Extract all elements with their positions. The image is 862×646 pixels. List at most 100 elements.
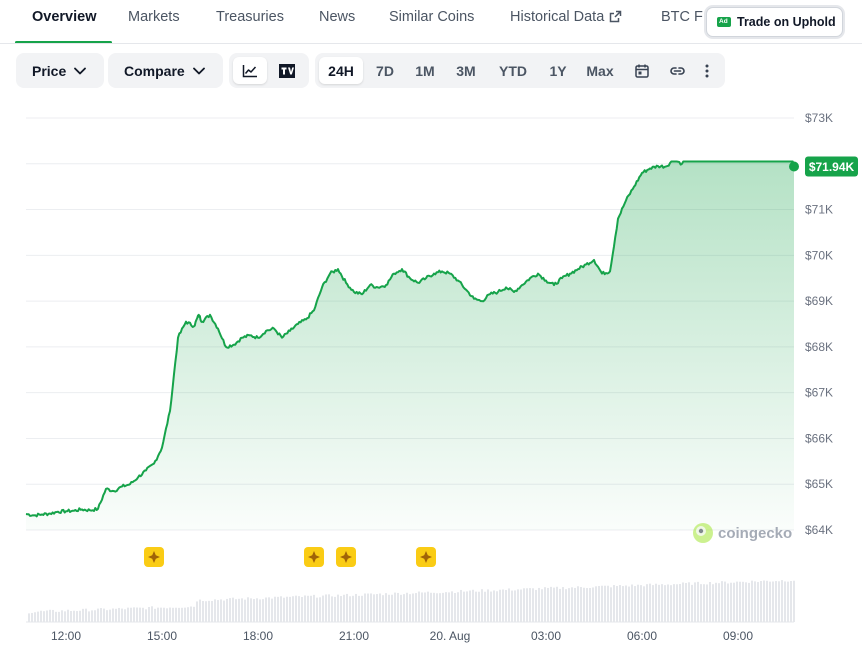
volume-bar xyxy=(388,594,390,622)
volume-bar xyxy=(361,595,363,622)
volume-bar xyxy=(508,588,510,622)
compare-dropdown[interactable]: Compare xyxy=(108,53,223,88)
volume-bar xyxy=(706,584,708,622)
range-3m[interactable]: 3M xyxy=(447,57,485,84)
volume-bar xyxy=(112,608,114,622)
volume-bar xyxy=(34,612,36,622)
volume-bar xyxy=(403,594,405,622)
volume-bar xyxy=(520,589,522,622)
volume-bar xyxy=(577,586,579,622)
volume-bar xyxy=(772,581,774,622)
volume-bar xyxy=(625,585,627,622)
range-24h[interactable]: 24H xyxy=(319,57,363,84)
tab-markets[interactable]: Markets xyxy=(128,9,180,25)
volume-bar xyxy=(175,607,177,622)
volume-bar xyxy=(427,591,429,622)
volume-bar xyxy=(283,597,285,622)
tab-historical-data[interactable]: Historical Data xyxy=(510,9,622,25)
chart-grid xyxy=(26,117,794,531)
tab-treasuries[interactable]: Treasuries xyxy=(216,9,284,25)
volume-bar xyxy=(763,580,765,622)
volume-bar xyxy=(337,594,339,622)
link-icon xyxy=(669,66,685,75)
volume-bar xyxy=(46,610,48,622)
volume-bar xyxy=(538,587,540,622)
volume-bar xyxy=(379,593,381,622)
volume-bar xyxy=(196,601,198,622)
volume-bar xyxy=(661,584,663,622)
tab-similar-coins[interactable]: Similar Coins xyxy=(389,9,474,25)
tab-news[interactable]: News xyxy=(319,9,355,25)
volume-bar xyxy=(49,609,51,622)
volume-bar xyxy=(58,611,60,622)
range-ytd[interactable]: YTD xyxy=(491,57,535,84)
trade-on-uphold-button[interactable]: Trade on Uphold xyxy=(706,7,843,37)
volume-bar xyxy=(391,594,393,622)
watermark-text: coingecko xyxy=(718,525,792,542)
tab-btc-f[interactable]: BTC F xyxy=(661,9,703,25)
volume-bar xyxy=(415,593,417,622)
volume-bar xyxy=(142,607,144,622)
volume-bar xyxy=(571,587,573,622)
price-dropdown[interactable]: Price xyxy=(16,53,104,88)
volume-bar xyxy=(685,582,687,622)
volume-bar xyxy=(532,588,534,622)
volume-bar xyxy=(364,593,366,622)
volume-bar xyxy=(121,608,123,622)
volume-bar xyxy=(157,607,159,622)
volume-bar xyxy=(526,588,528,622)
x-tick-label: 12:00 xyxy=(51,629,81,643)
tab-overview[interactable]: Overview xyxy=(32,9,97,25)
line-chart-button[interactable] xyxy=(233,57,267,84)
volume-bar xyxy=(277,596,279,622)
volume-bar xyxy=(463,591,465,622)
volume-bar xyxy=(148,607,150,622)
volume-bar xyxy=(406,592,408,622)
volume-bar xyxy=(496,591,498,622)
range-1m[interactable]: 1M xyxy=(407,57,443,84)
price-chart: $73K $72K $71K $70K $69K $68K $67K $66K $65K $64K… xyxy=(25,111,858,643)
volume-bar xyxy=(754,581,756,622)
volume-bar xyxy=(409,594,411,622)
volume-bar xyxy=(448,592,450,622)
toolbar-range-group: 24H 7D 1M 3M YTD 1Y Max xyxy=(315,53,725,88)
volume-bar xyxy=(724,581,726,622)
x-tick-label: 20. Aug xyxy=(430,629,471,643)
volume-bar xyxy=(274,596,276,622)
volume-bar xyxy=(493,590,495,622)
volume-bar xyxy=(424,592,426,622)
volume-bar xyxy=(595,586,597,622)
volume-bar xyxy=(352,595,354,622)
volume-bar xyxy=(184,607,186,622)
volume-bar xyxy=(235,599,237,622)
volume-bar xyxy=(565,589,567,622)
volume-bar xyxy=(262,599,264,622)
volume-bar xyxy=(556,586,558,622)
volume-bar xyxy=(349,596,351,622)
event-marker-icon xyxy=(304,547,324,567)
chart-type-group xyxy=(229,53,309,88)
price-line xyxy=(25,160,795,518)
volume-bar xyxy=(223,600,225,622)
tradingview-button[interactable] xyxy=(270,57,304,84)
volume-bar xyxy=(127,607,129,622)
range-max[interactable]: Max xyxy=(579,57,621,84)
volume-bar xyxy=(385,593,387,622)
volume-bar xyxy=(376,594,378,622)
calendar-button[interactable] xyxy=(625,57,659,84)
range-7d[interactable]: 7D xyxy=(367,57,403,84)
link-button[interactable] xyxy=(660,57,694,84)
volume-bar xyxy=(85,608,87,622)
volume-bar xyxy=(178,607,180,622)
volume-bar xyxy=(52,609,54,622)
range-1y[interactable]: 1Y xyxy=(541,57,575,84)
volume-bar xyxy=(124,609,126,622)
volume-bar xyxy=(748,582,750,622)
volume-bar xyxy=(433,592,435,622)
more-options-button[interactable] xyxy=(693,57,721,84)
volume-bar xyxy=(541,589,543,622)
volume-bar xyxy=(67,609,69,622)
volume-bar xyxy=(691,584,693,622)
volume-bar xyxy=(136,607,138,622)
volume-bar xyxy=(37,611,39,622)
